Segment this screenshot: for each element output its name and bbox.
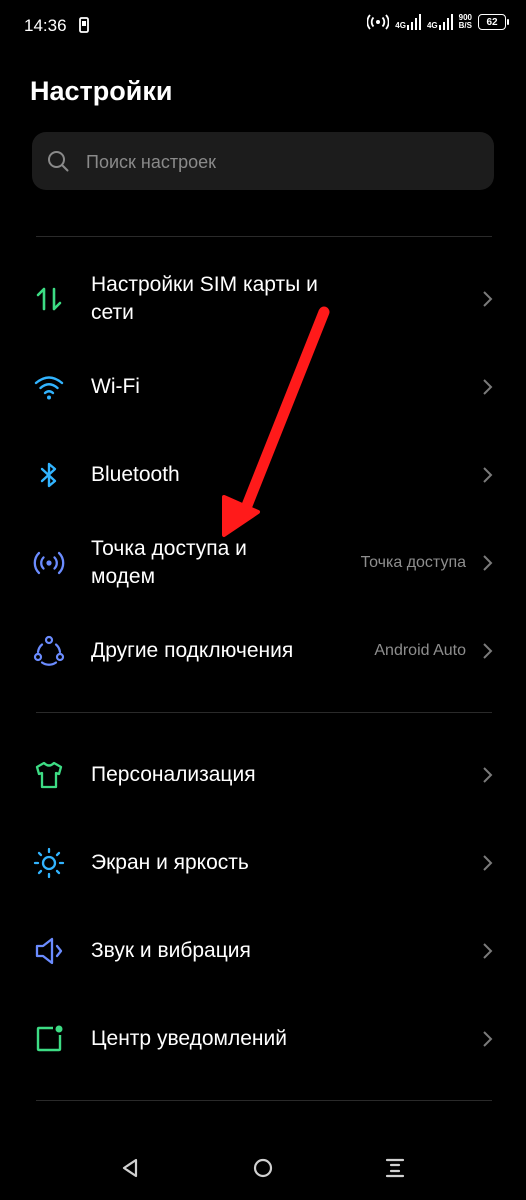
settings-item-label: Звук и вибрация: [91, 939, 251, 962]
signal-2: 4G: [427, 14, 453, 30]
tshirt-icon: [35, 761, 63, 789]
search-icon: [48, 151, 69, 172]
brightness-icon: [33, 847, 65, 879]
connections-icon: [33, 635, 65, 666]
divider: [36, 236, 492, 237]
settings-item-display[interactable]: Экран и яркость: [0, 823, 526, 903]
chevron-right-icon: [483, 1031, 493, 1047]
settings-item-label: Центр уведомлений: [91, 1027, 287, 1050]
bluetooth-icon: [40, 462, 57, 488]
settings-item-label: Настройки SIM карты и сети: [91, 273, 318, 324]
chevron-right-icon: [483, 855, 493, 871]
settings-item-label: Персонализация: [91, 763, 256, 786]
speaker-icon: [35, 937, 63, 965]
settings-item-label: Экран и яркость: [91, 851, 249, 874]
chevron-right-icon: [483, 291, 493, 307]
wifi-icon: [34, 376, 64, 400]
network-speed: 900 B/S: [458, 13, 472, 30]
hotspot-status-icon: [367, 14, 390, 30]
divider: [36, 712, 492, 713]
settings-item-hotspot[interactable]: Точка доступа и модем Точка доступа: [0, 523, 526, 603]
chevron-right-icon: [483, 379, 493, 395]
settings-item-value: Android Auto: [374, 642, 466, 659]
settings-item-bluetooth[interactable]: Bluetooth: [0, 435, 526, 515]
notification-icon: [36, 1025, 63, 1052]
chevron-right-icon: [483, 767, 493, 783]
settings-item-label: Bluetooth: [91, 463, 180, 486]
settings-item-sound[interactable]: Звук и вибрация: [0, 911, 526, 991]
sim-network-icon: [36, 287, 62, 311]
settings-item-label: Точка доступа и модем: [91, 537, 247, 588]
settings-item-wifi[interactable]: Wi-Fi: [0, 347, 526, 427]
settings-item-label: Wi-Fi: [91, 375, 140, 398]
settings-item-label: Другие подключения: [91, 639, 294, 662]
phone-icon: [79, 17, 89, 33]
page-title: Настройки: [30, 76, 173, 106]
menu-icon[interactable]: [383, 1156, 407, 1180]
chevron-right-icon: [483, 643, 493, 659]
status-bar: 14:36 4G 4G 900 B/S 62: [0, 0, 526, 54]
chevron-right-icon: [483, 943, 493, 959]
settings-item-value: Точка доступа: [360, 554, 466, 571]
divider: [36, 1100, 492, 1101]
settings-item-personalization[interactable]: Персонализация: [0, 735, 526, 815]
chevron-right-icon: [483, 467, 493, 483]
settings-item-sim[interactable]: Настройки SIM карты и сети: [0, 259, 526, 339]
search-input[interactable]: [84, 132, 488, 192]
home-icon[interactable]: [251, 1156, 275, 1180]
status-time: 14:36: [24, 16, 67, 35]
settings-item-notifications[interactable]: Центр уведомлений: [0, 999, 526, 1079]
hotspot-icon: [33, 551, 65, 575]
search-bar[interactable]: [32, 132, 494, 192]
back-icon[interactable]: [118, 1156, 142, 1180]
chevron-right-icon: [483, 555, 493, 571]
battery-indicator: 62: [478, 14, 509, 30]
signal-bars-icon: [406, 14, 421, 30]
signal-bars-icon: [438, 14, 453, 30]
settings-item-other-connections[interactable]: Другие подключения Android Auto: [0, 611, 526, 691]
signal-1: 4G: [395, 14, 421, 30]
navigation-bar: [0, 1130, 526, 1200]
